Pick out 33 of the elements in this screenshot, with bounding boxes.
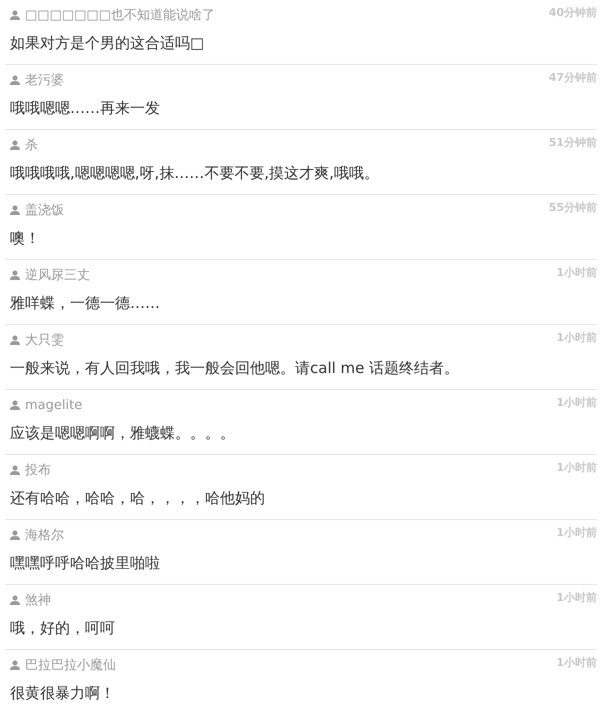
comment-text: 噢！ [10, 228, 41, 249]
comment-author: 杀 [25, 137, 38, 154]
comment-text: 一般来说，有人回我哦，我一般会回他嗯。请call me 话题终结者。 [10, 358, 460, 379]
comment-author: 老污婆 [25, 72, 64, 89]
user-icon [10, 10, 20, 20]
comment-text: 应该是嗯嗯啊啊，雅蠛蝶。。。。 [10, 423, 236, 444]
user-icon [10, 660, 20, 670]
comment-text: 哦哦哦哦,嗯嗯嗯嗯,呀,抹……不要不要,摸这才爽,哦哦。 [10, 163, 380, 184]
user-icon [10, 140, 20, 150]
comment-author: 大只雯 [25, 332, 64, 349]
comment-text: 雅咩蝶，一德一德…… [10, 293, 161, 314]
comment-author: 投布 [25, 462, 51, 479]
comment-text: 如果对方是个男的这合适吗□ [10, 33, 206, 54]
comment-text: 哦，好的，呵呵 [10, 618, 116, 639]
user-icon [10, 530, 20, 540]
comment-text: 哦哦嗯嗯……再来一发 [10, 98, 161, 119]
comment-author: □□□□□□□也不知道能说啥了 [25, 7, 215, 24]
user-icon [10, 205, 20, 215]
comment-author: 巴拉巴拉小魔仙 [25, 657, 116, 674]
comment-author: 逆风尿三丈 [25, 267, 90, 284]
comment-text: 很黄很暴力啊！ [10, 683, 116, 704]
user-icon [10, 75, 20, 85]
comment-text: 还有哈哈，哈哈，哈，，，，哈他妈的 [10, 488, 266, 509]
user-icon [10, 335, 20, 345]
user-icon [10, 595, 20, 605]
comment-author: 盖浇饭 [25, 202, 64, 219]
user-icon [10, 465, 20, 475]
comment-author: 海格尔 [25, 527, 64, 544]
comment-author: magelite [25, 398, 82, 412]
comment-author: 煞神 [25, 592, 51, 609]
comment-text: 嘿嘿呼呼哈哈披里啪啦 [10, 553, 161, 574]
user-icon [10, 400, 20, 410]
user-icon [10, 270, 20, 280]
